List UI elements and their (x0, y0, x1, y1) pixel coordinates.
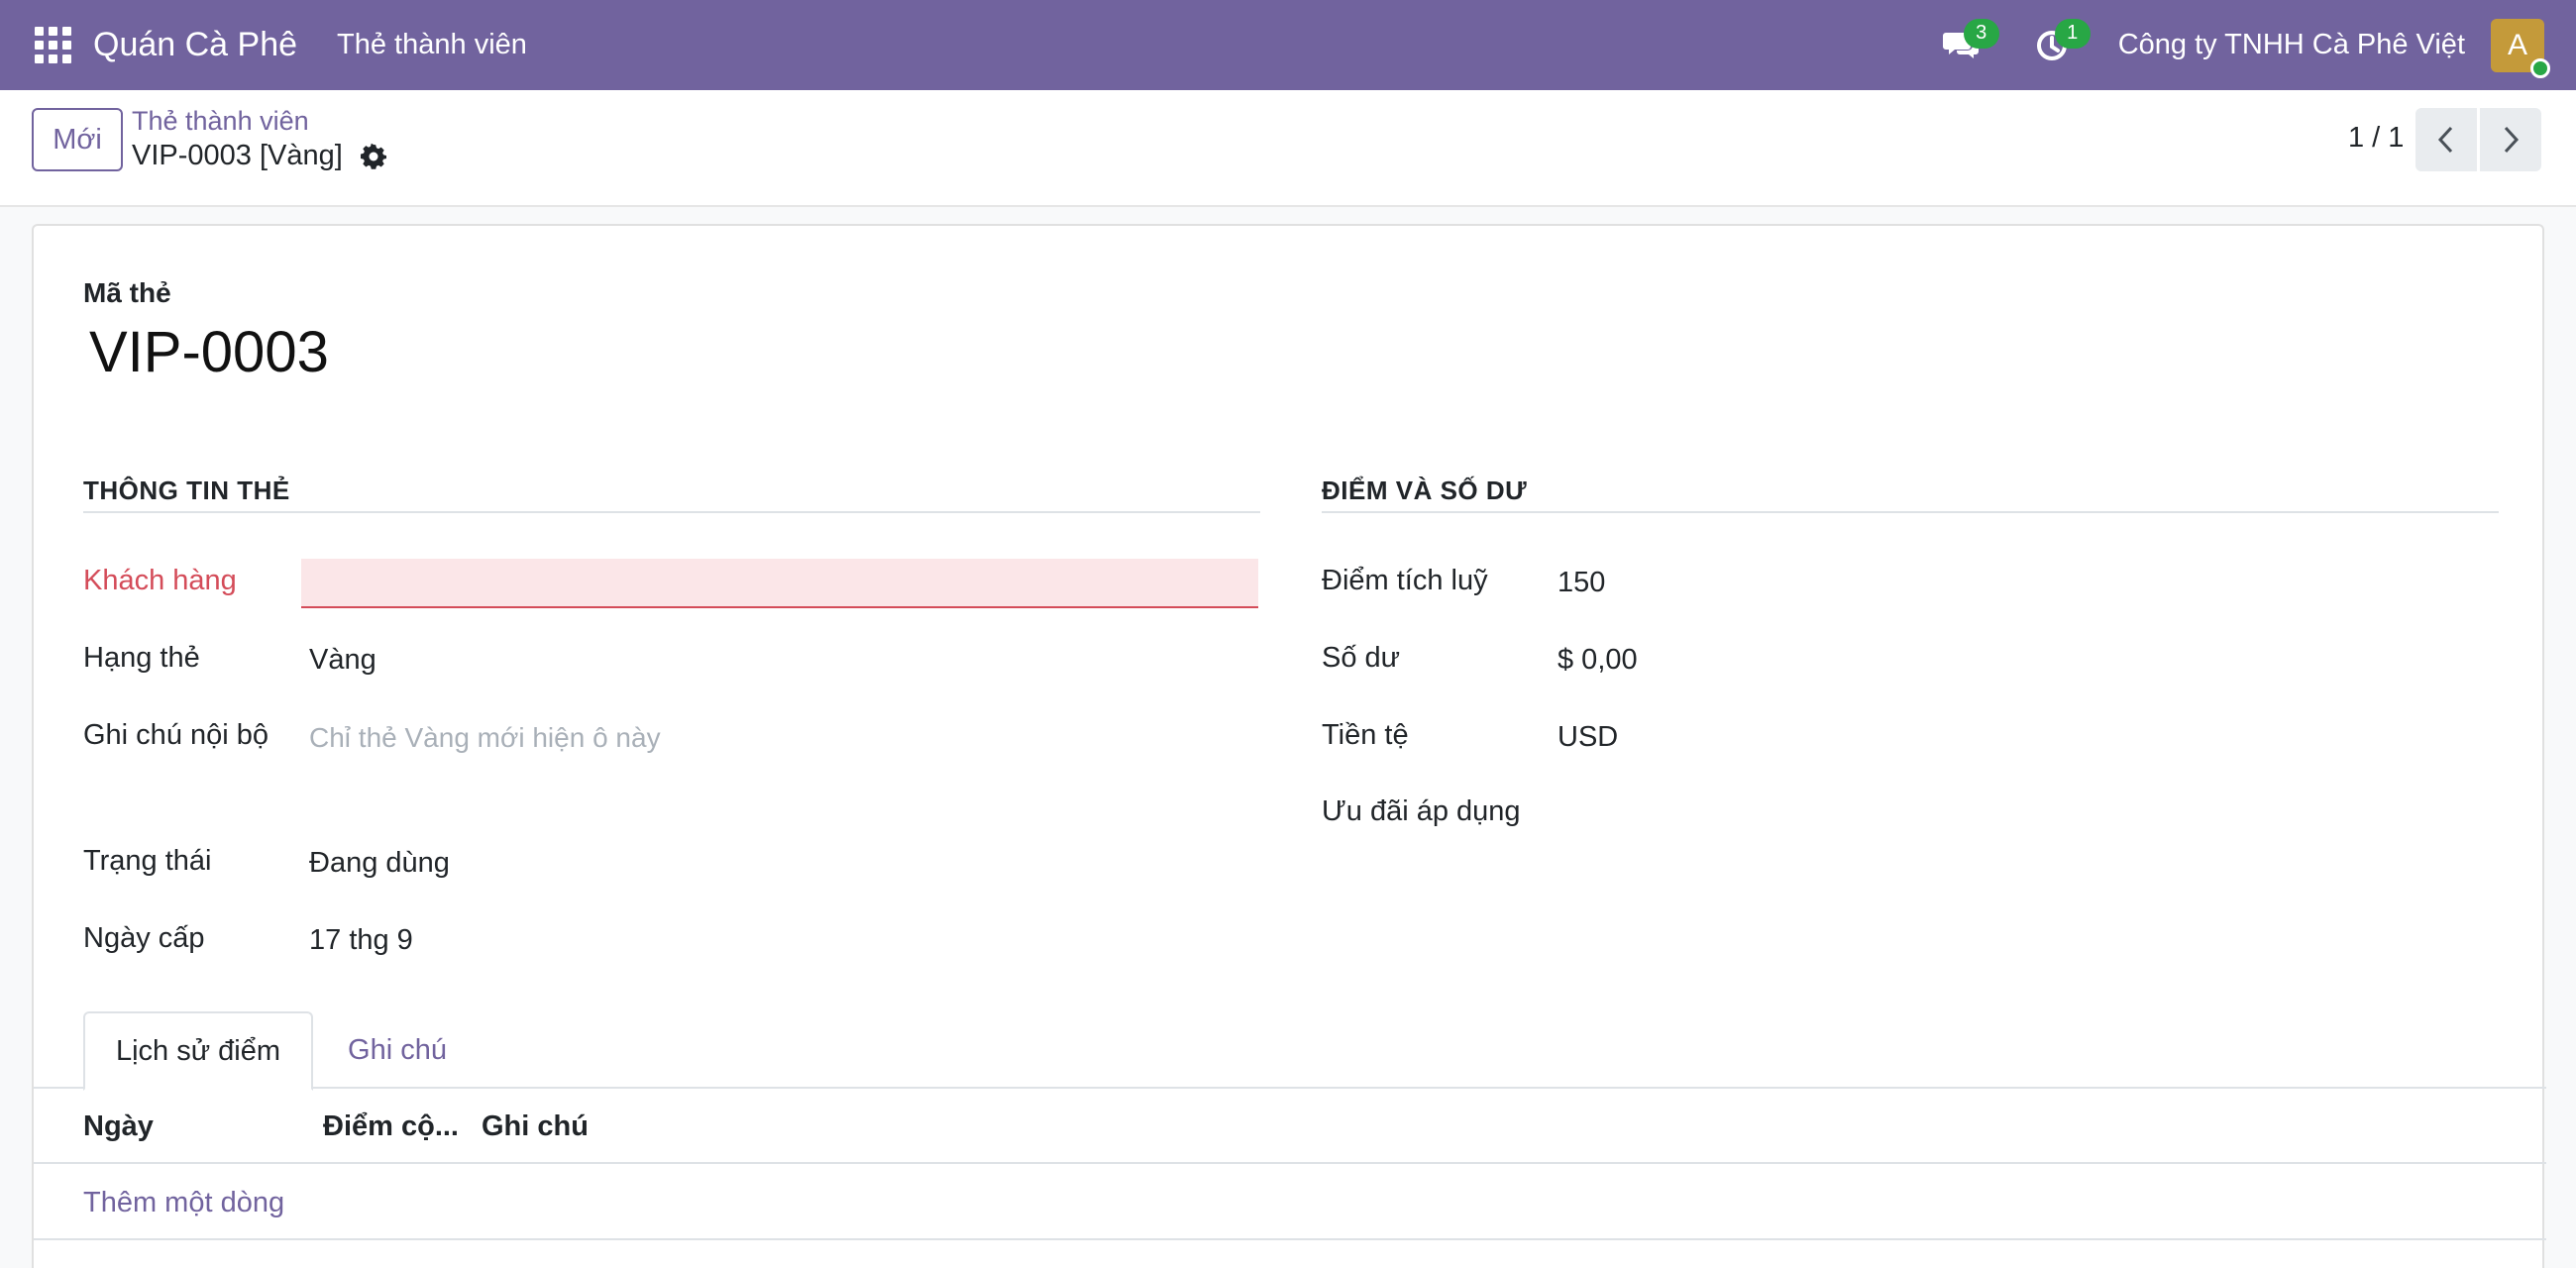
applied-offers-label: Ưu đãi áp dụng (1322, 795, 1521, 827)
pager-next-button[interactable] (2480, 108, 2541, 171)
messages-count-badge: 3 (1963, 18, 1999, 49)
currency-label: Tiền tệ (1322, 719, 1409, 751)
gear-icon[interactable] (359, 142, 388, 171)
tier-label: Hạng thẻ (83, 642, 200, 674)
tier-field[interactable]: Vàng (309, 644, 376, 677)
customer-input[interactable] (301, 559, 1258, 608)
customer-label: Khách hàng (83, 565, 237, 596)
new-record-button[interactable]: Mới (32, 108, 123, 171)
column-points-added[interactable]: Điểm cộ... (323, 1110, 459, 1143)
internal-note-label: Ghi chú nội bộ (83, 719, 269, 751)
user-avatar[interactable]: A (2491, 18, 2550, 78)
card-info-group-divider (83, 511, 1260, 513)
column-note[interactable]: Ghi chú (482, 1110, 589, 1143)
tab-notes[interactable]: Ghi chú (343, 1011, 452, 1089)
status-label: Trạng thái (83, 845, 212, 877)
points-balance-group-title: ĐIỂM VÀ SỐ DƯ (1322, 476, 1528, 505)
activities-button[interactable]: 1 (2027, 18, 2091, 70)
breadcrumb-parent[interactable]: Thẻ thành viên (132, 106, 309, 137)
tab-points-history[interactable]: Lịch sử điểm (83, 1011, 313, 1091)
card-info-group-title: THÔNG TIN THẺ (83, 476, 290, 505)
menu-item-membership-cards[interactable]: Thẻ thành viên (337, 29, 527, 61)
points-history-table-header: Ngày Điểm cộ... Ghi chú (34, 1089, 2546, 1164)
form-sheet: Mã thẻ VIP-0003 THÔNG TIN THẺ Khách hàng… (32, 224, 2546, 1268)
activities-count-badge: 1 (2054, 18, 2091, 49)
presence-status-icon (2530, 57, 2550, 78)
points-balance-group-divider (1322, 511, 2499, 513)
points-field[interactable]: 150 (1557, 567, 1605, 599)
status-field[interactable]: Đang dùng (309, 847, 450, 880)
pager-previous-button[interactable] (2415, 108, 2477, 171)
issue-date-label: Ngày cấp (83, 922, 205, 954)
internal-note-field[interactable]: Chỉ thẻ Vàng mới hiện ô này (309, 722, 661, 754)
balance-label: Số dư (1322, 642, 1401, 674)
app-name[interactable]: Quán Cà Phê (93, 26, 297, 64)
points-label: Điểm tích luỹ (1322, 565, 1488, 596)
notebook-tabs: Lịch sử điểm Ghi chú (34, 1011, 2546, 1091)
top-navbar: Quán Cà Phê Thẻ thành viên 3 1 Công ty T… (0, 0, 2576, 90)
breadcrumb-current: VIP-0003 [Vàng] (132, 140, 343, 171)
add-line-button[interactable]: Thêm một dòng (83, 1187, 284, 1219)
company-switcher[interactable]: Công ty TNHH Cà Phê Việt (2118, 29, 2465, 61)
column-date[interactable]: Ngày (83, 1110, 154, 1143)
table-bottom-divider (34, 1238, 2546, 1240)
messages-button[interactable]: 3 (1936, 18, 1999, 70)
chevron-right-icon (2504, 126, 2520, 154)
card-code-label: Mã thẻ (83, 277, 171, 308)
pager-value[interactable]: 1 / 1 (2348, 122, 2404, 155)
chevron-left-icon (2437, 126, 2453, 154)
balance-field[interactable]: $ 0,00 (1557, 644, 1638, 677)
card-code-field[interactable]: VIP-0003 (89, 319, 329, 385)
avatar-initial: A (2507, 28, 2527, 61)
navbar-systray: 3 1 Công ty TNHH Cà Phê Việt A (1936, 0, 2576, 90)
currency-field[interactable]: USD (1557, 721, 1618, 754)
issue-date-field[interactable]: 17 thg 9 (309, 924, 413, 957)
control-panel: Mới Thẻ thành viên VIP-0003 [Vàng] 1 / 1 (0, 90, 2576, 207)
apps-menu-icon[interactable] (30, 23, 75, 68)
